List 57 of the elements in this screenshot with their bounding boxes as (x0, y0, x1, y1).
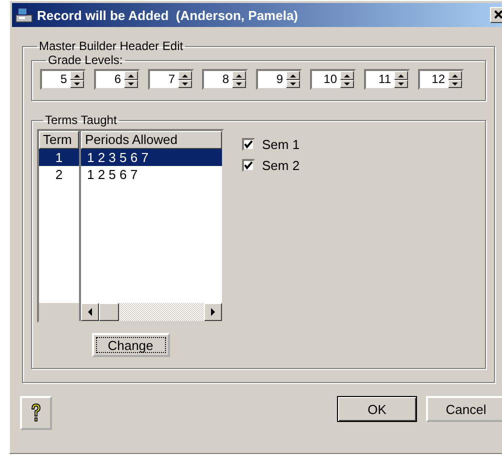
scroll-left-button[interactable] (81, 303, 99, 322)
down-arrow-icon (73, 82, 81, 86)
down-arrow-icon (127, 82, 135, 86)
spin-field[interactable]: 9 (256, 69, 302, 90)
change-button[interactable]: Change (92, 333, 170, 358)
spin-up-button[interactable] (124, 71, 138, 80)
group-label: Grade Levels: (47, 53, 124, 68)
scroll-right-button[interactable] (204, 303, 222, 322)
spin-field[interactable]: 7 (148, 69, 194, 90)
up-arrow-icon (73, 74, 81, 78)
down-arrow-icon (343, 82, 351, 86)
spin-up-button[interactable] (448, 71, 462, 80)
up-arrow-icon (235, 74, 243, 78)
question-mark-icon (30, 403, 42, 424)
spin-field[interactable]: 8 (202, 69, 248, 90)
spin-up-button[interactable] (286, 71, 300, 80)
spin-up-button[interactable] (394, 71, 408, 80)
spin-up-button[interactable] (232, 71, 246, 80)
checkbox-label[interactable]: Sem 2 (262, 158, 300, 174)
spin-field[interactable]: 10 (310, 69, 356, 90)
group-label: Terms Taught (44, 113, 118, 128)
column-header[interactable]: Term (39, 131, 79, 150)
spin-field[interactable]: 11 (364, 69, 410, 90)
computer-icon (15, 7, 33, 24)
cancel-button[interactable]: Cancel (426, 396, 502, 422)
spin-field[interactable]: 5 (40, 69, 86, 90)
spin-field[interactable]: 6 (94, 69, 140, 90)
up-arrow-icon (127, 74, 135, 78)
up-arrow-icon (343, 74, 351, 78)
checkbox[interactable] (242, 159, 255, 172)
table-cell[interactable]: 1 (39, 149, 79, 166)
down-arrow-icon (289, 82, 297, 86)
spin-up-button[interactable] (340, 71, 354, 80)
scroll-thumb[interactable] (99, 303, 119, 322)
group-label: Master Builder Header Edit (38, 39, 184, 54)
right-arrow-icon (210, 308, 216, 316)
checkbox-label[interactable]: Sem 1 (262, 137, 300, 152)
table-cell[interactable]: 1 2 3 5 6 7 (81, 149, 222, 166)
down-arrow-icon (181, 82, 189, 86)
spin-field[interactable]: 12 (418, 69, 464, 90)
window-title: Record will be Added (Anderson, Pamela) (37, 8, 300, 23)
up-arrow-icon (289, 74, 297, 78)
up-arrow-icon (397, 74, 405, 78)
table-cell[interactable]: 2 (39, 166, 79, 184)
table-cell[interactable]: 1 2 5 6 7 (81, 166, 222, 184)
column-header[interactable]: Periods Allowed (81, 131, 222, 150)
ok-button[interactable]: OK (337, 396, 417, 422)
down-arrow-icon (451, 82, 459, 86)
checkbox[interactable] (242, 138, 255, 152)
up-arrow-icon (451, 74, 459, 78)
spin-up-button[interactable] (178, 71, 192, 80)
down-arrow-icon (235, 82, 243, 86)
left-arrow-icon (87, 308, 93, 316)
down-arrow-icon (397, 82, 405, 86)
spin-up-button[interactable] (70, 71, 84, 80)
up-arrow-icon (181, 74, 189, 78)
help-button[interactable] (20, 396, 52, 430)
